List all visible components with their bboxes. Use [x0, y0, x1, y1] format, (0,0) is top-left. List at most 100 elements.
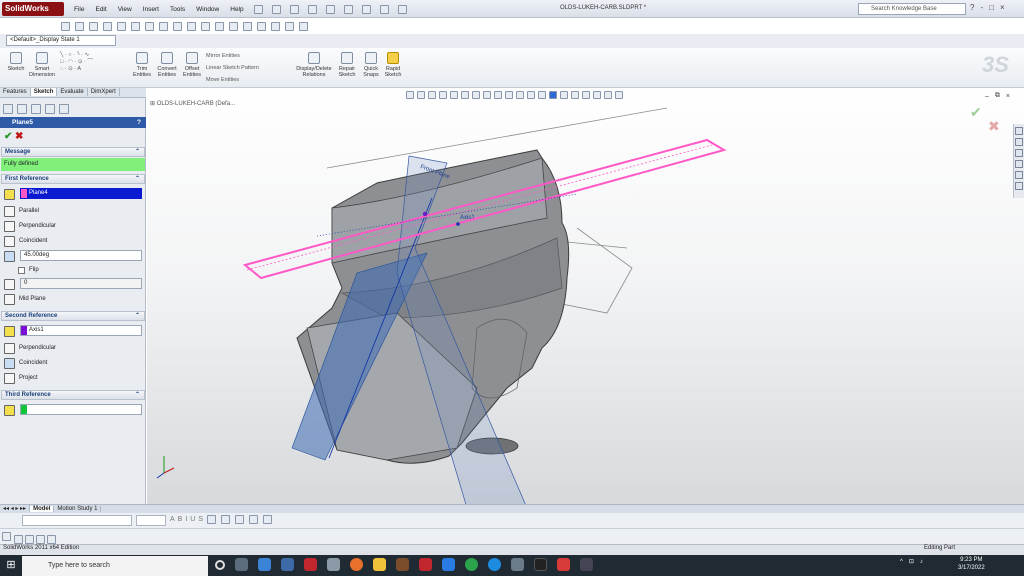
help-icon[interactable]: ? [137, 117, 141, 128]
view-settings-icon[interactable] [505, 91, 513, 99]
sketch-button[interactable]: Sketch [4, 52, 28, 72]
tray-chevron-icon[interactable]: ^ [900, 559, 903, 565]
tab-motion-study[interactable]: Motion Study 1 [54, 506, 102, 512]
tab-dimxpert[interactable]: DimXpert [88, 88, 120, 96]
menu-edit[interactable]: Edit [93, 6, 108, 13]
zoom-to-area-icon[interactable] [417, 91, 425, 99]
angle-input[interactable]: 45.00deg [20, 250, 142, 261]
circle-tool-icon[interactable] [103, 21, 112, 31]
line-tool-icon[interactable] [75, 21, 84, 31]
appearances-icon[interactable] [1015, 171, 1023, 179]
strike-button[interactable]: S [198, 516, 203, 523]
configuration-select[interactable]: <Default>_Display State 1 [6, 35, 116, 46]
perspective-icon[interactable] [571, 91, 579, 99]
coincident-option-2[interactable]: Coincident [4, 357, 47, 369]
trim-entities-button[interactable]: Trim Entities [130, 52, 154, 78]
tab-model[interactable]: Model [30, 506, 55, 512]
underline-button[interactable]: U [190, 516, 195, 523]
perpendicular-option[interactable]: Perpendicular [4, 220, 56, 232]
hide-show-items-icon[interactable] [472, 91, 480, 99]
viewport-restore-button[interactable]: ⧉ [995, 92, 1000, 100]
model-view[interactable]: Front Plane Axis1 [147, 88, 1024, 504]
zoom-fit-icon[interactable] [187, 21, 196, 31]
file-explorer-icon[interactable] [1015, 149, 1023, 157]
hidden-lines-icon[interactable] [527, 91, 535, 99]
app-icon[interactable] [488, 558, 501, 571]
feature-tree-root[interactable]: ⊞ OLDS-LUKEH-CARB (Defa... [150, 100, 235, 107]
line-color-icon[interactable] [2, 532, 11, 541]
volume-icon[interactable]: ♪ [920, 559, 923, 565]
custom-properties-icon[interactable] [1015, 182, 1023, 190]
arc-tool-icon[interactable] [89, 21, 98, 31]
mid-plane-option[interactable]: Mid Plane [4, 293, 46, 305]
display-manager-icon[interactable] [59, 104, 69, 114]
menu-file[interactable]: File [72, 6, 86, 13]
perpendicular-option-2[interactable]: Perpendicular [4, 342, 56, 354]
spline-tool-icon[interactable] [131, 21, 140, 31]
color-display-icon[interactable] [47, 535, 56, 544]
align-left-icon[interactable] [207, 515, 217, 524]
line-style-icon[interactable] [25, 535, 34, 544]
select-icon[interactable] [361, 4, 371, 14]
display-style-icon[interactable] [461, 91, 469, 99]
app-icon[interactable] [557, 558, 570, 571]
close-button[interactable]: × [1000, 3, 1005, 12]
edit-appearance-icon[interactable] [483, 91, 491, 99]
view-orientation-icon[interactable] [243, 21, 252, 31]
help-button[interactable]: ? [970, 3, 974, 12]
solidworks-taskbar-icon[interactable] [304, 558, 317, 571]
align-center-icon[interactable] [221, 515, 231, 524]
app-icon[interactable] [580, 558, 593, 571]
configuration-manager-icon[interactable] [31, 104, 41, 114]
convert-entities-button[interactable]: Convert Entities [154, 52, 180, 78]
app-icon[interactable] [534, 558, 547, 571]
sketch-tool-icon[interactable] [61, 21, 70, 31]
flip-checkbox[interactable]: Flip [18, 264, 39, 276]
firefox-icon[interactable] [350, 558, 363, 571]
rotate-icon[interactable] [215, 21, 224, 31]
coincident-option[interactable]: Coincident [4, 235, 47, 247]
network-icon[interactable]: ⊡ [909, 558, 914, 565]
second-reference-header[interactable]: Second Reference ⌃ [1, 311, 145, 321]
message-section-header[interactable]: Message ⌃ [1, 147, 145, 157]
camera-icon[interactable] [615, 91, 623, 99]
cancel-button[interactable]: ✖ [15, 131, 23, 142]
task-view-icon[interactable] [235, 558, 248, 571]
display-delete-relations-button[interactable]: Display/Delete Relations [292, 52, 336, 78]
open-icon[interactable] [289, 4, 299, 14]
view-palette-icon[interactable] [1015, 160, 1023, 168]
rebuild-icon[interactable] [379, 4, 389, 14]
second-reference-field[interactable]: Axis1 [20, 325, 142, 336]
menu-help[interactable]: Help [228, 6, 245, 13]
search-input[interactable]: Search Knowledge Base [858, 3, 966, 15]
cortana-icon[interactable] [215, 559, 225, 570]
quick-snaps-button[interactable]: Quick Snaps [360, 52, 382, 78]
project-option[interactable]: Project [4, 372, 38, 384]
tab-scroll-icon[interactable]: ◂◂ ◂ ▸ ▸▸ [0, 505, 31, 512]
zoom-to-fit-icon[interactable] [406, 91, 414, 99]
viewport-close-button[interactable]: × [1006, 93, 1010, 100]
angle-icon[interactable] [4, 250, 15, 262]
offset-entities-button[interactable]: Offset Entities [180, 52, 204, 78]
ambient-occlusion-icon[interactable] [604, 91, 612, 99]
repair-sketch-button[interactable]: Repair Sketch [336, 52, 358, 78]
sum-icon[interactable] [159, 21, 168, 31]
parallel-option[interactable]: Parallel [4, 205, 39, 217]
line-thickness-icon[interactable] [14, 535, 23, 544]
rapid-sketch-button[interactable]: Rapid Sketch [382, 52, 404, 78]
sketch-entity-tools[interactable]: ╲ · ○ · ╰ · ∿ □ · ◠ · ⊙ · ⌒ ◌ · ⊙ · A [60, 52, 93, 73]
clock[interactable]: 9:23 PM 3/17/2022 [958, 556, 985, 572]
app-icon[interactable] [396, 558, 409, 571]
ok-button[interactable]: ✔ [4, 131, 12, 142]
app-icon[interactable] [327, 558, 340, 571]
hide-edges-icon[interactable] [36, 535, 45, 544]
scene-icon[interactable] [299, 21, 308, 31]
feature-tree-icon[interactable] [3, 104, 13, 114]
tab-evaluate[interactable]: Evaluate [57, 88, 88, 96]
measure-icon[interactable] [173, 21, 182, 31]
pan-icon[interactable] [229, 21, 238, 31]
new-icon[interactable] [271, 4, 281, 14]
third-reference-field[interactable] [20, 404, 142, 415]
shadows-icon[interactable] [582, 91, 590, 99]
appearance-icon[interactable] [285, 21, 294, 31]
